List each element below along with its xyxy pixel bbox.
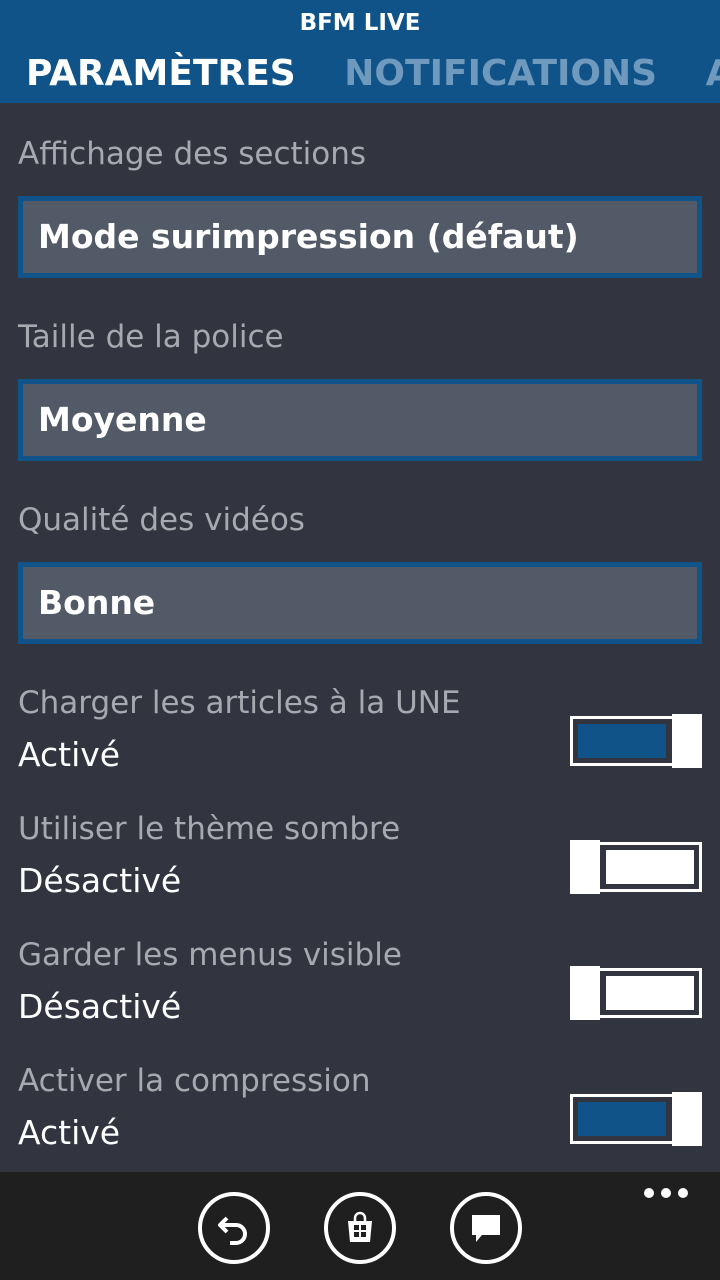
settings-screen: BFM LIVE PARAMÈTRES NOTIFICATIONS A PROP…	[0, 0, 720, 1280]
comment-icon	[472, 1215, 500, 1242]
toggle-state-une: Activé	[18, 735, 121, 774]
font-size-picker[interactable]: Moyenne	[18, 379, 702, 461]
toggle-state-menus: Désactivé	[18, 987, 182, 1026]
back-icon	[218, 1216, 247, 1245]
toggle-fill	[606, 976, 694, 1010]
toggle-fill	[606, 850, 694, 884]
toggle-switch-menus[interactable]	[570, 966, 702, 1020]
video-quality-picker[interactable]: Bonne	[18, 562, 702, 644]
pivot-tabs: PARAMÈTRES NOTIFICATIONS A PROPOS	[26, 52, 720, 96]
sections-picker[interactable]: Mode surimpression (défaut)	[18, 196, 702, 278]
comment-button[interactable]	[450, 1192, 522, 1264]
header: BFM LIVE PARAMÈTRES NOTIFICATIONS A PROP…	[0, 0, 720, 103]
toggle-title-theme: Utiliser le thème sombre	[18, 811, 401, 847]
toggle-thumb[interactable]	[570, 966, 600, 1020]
ellipsis-icon	[678, 1188, 688, 1198]
app-bar	[0, 1172, 720, 1280]
font-size-label: Taille de la police	[18, 319, 284, 355]
tab-parametres[interactable]: PARAMÈTRES	[26, 52, 296, 96]
toggle-thumb[interactable]	[672, 714, 702, 768]
toggle-switch-une[interactable]	[570, 714, 702, 768]
toggle-title-menus: Garder les menus visible	[18, 937, 402, 973]
tab-a-propos[interactable]: A PROPOS	[706, 52, 720, 96]
more-button[interactable]	[644, 1186, 688, 1200]
toggle-title-compression: Activer la compression	[18, 1063, 371, 1099]
toggle-switch-theme[interactable]	[570, 840, 702, 894]
store-icon	[348, 1211, 372, 1242]
ellipsis-icon	[644, 1188, 654, 1198]
ellipsis-icon	[661, 1188, 671, 1198]
back-button[interactable]	[198, 1192, 270, 1264]
app-title: BFM LIVE	[299, 10, 421, 36]
toggle-switch-compression[interactable]	[570, 1092, 702, 1146]
toggle-thumb[interactable]	[570, 840, 600, 894]
store-button[interactable]	[324, 1192, 396, 1264]
toggle-state-compression: Activé	[18, 1113, 121, 1152]
tab-notifications[interactable]: NOTIFICATIONS	[344, 52, 657, 96]
toggle-fill	[578, 1102, 666, 1136]
toggle-fill	[578, 724, 666, 758]
video-quality-label: Qualité des vidéos	[18, 502, 305, 538]
sections-label: Affichage des sections	[18, 136, 367, 172]
toggle-thumb[interactable]	[672, 1092, 702, 1146]
toggle-state-theme: Désactivé	[18, 861, 182, 900]
toggle-title-une: Charger les articles à la UNE	[18, 685, 461, 721]
